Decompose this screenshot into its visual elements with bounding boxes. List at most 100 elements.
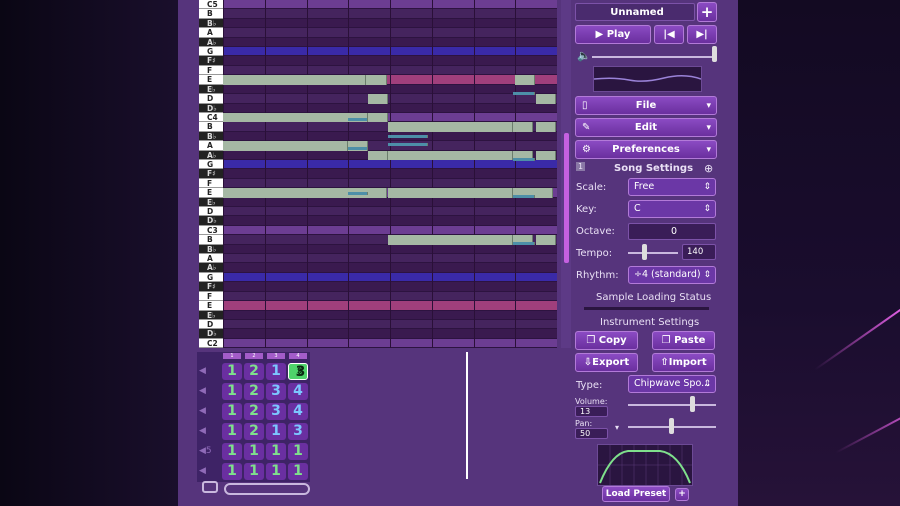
- paste-button[interactable]: ❐ Paste: [652, 331, 715, 350]
- pattern-cell[interactable]: 4: [288, 403, 308, 420]
- pan-slider-thumb[interactable]: [669, 418, 674, 434]
- note[interactable]: [388, 150, 513, 160]
- octave-input[interactable]: 0: [628, 223, 716, 240]
- song-title[interactable]: Unnamed: [575, 3, 695, 21]
- skip-back-icon[interactable]: |◀: [654, 25, 684, 44]
- piano-keyboard[interactable]: C5 B B♭ A A♭ G F♯ F E E♭ D D♭ C4 B B♭ A A♭ G F♯ F E E♭ D D♭ C3 B B…: [199, 0, 223, 349]
- pattern-cell[interactable]: 1: [288, 443, 308, 460]
- copy-button[interactable]: ❐ Copy: [575, 331, 638, 350]
- mute-channel-icon[interactable]: ◀: [199, 383, 217, 400]
- piano-key[interactable]: D♭: [199, 103, 223, 113]
- info-icon[interactable]: 1: [576, 162, 586, 171]
- piano-key[interactable]: D: [199, 94, 223, 104]
- pattern-cell[interactable]: 2: [244, 423, 264, 440]
- import-button[interactable]: ⇧Import: [652, 353, 715, 372]
- octave-scroll-thumb[interactable]: [564, 133, 569, 263]
- play-button[interactable]: ▶ Play: [575, 25, 651, 44]
- pattern-cell[interactable]: 1: [222, 443, 242, 460]
- pattern-cell[interactable]: 1: [222, 403, 242, 420]
- pattern-cell[interactable]: 1: [288, 463, 308, 480]
- drum-channel-icon[interactable]: ◀: [199, 463, 217, 480]
- volume-input[interactable]: 13: [575, 406, 608, 417]
- pan-dropdown-icon[interactable]: ▾: [615, 423, 619, 432]
- scale-select[interactable]: Free: [628, 178, 716, 196]
- piano-key[interactable]: F♯: [199, 56, 223, 66]
- piano-key[interactable]: E: [199, 188, 223, 198]
- note[interactable]: [368, 150, 388, 160]
- tempo-slider-thumb[interactable]: [642, 244, 647, 260]
- piano-key[interactable]: F: [199, 178, 223, 189]
- plus-icon[interactable]: +: [697, 2, 717, 22]
- pattern-cell[interactable]: 2: [244, 403, 264, 420]
- piano-key[interactable]: A♭: [199, 37, 223, 48]
- piano-key[interactable]: F♯: [199, 169, 223, 179]
- piano-key[interactable]: C3: [199, 225, 223, 236]
- tempo-slider[interactable]: [628, 252, 678, 254]
- skip-forward-icon[interactable]: ▶|: [687, 25, 717, 44]
- pattern-cell[interactable]: 1: [222, 383, 242, 400]
- note[interactable]: [368, 112, 388, 123]
- tempo-input[interactable]: 140: [682, 244, 716, 260]
- volume-slider[interactable]: [592, 56, 712, 58]
- piano-key[interactable]: E♭: [199, 197, 223, 208]
- note[interactable]: [223, 112, 368, 123]
- piano-key[interactable]: G: [199, 47, 223, 57]
- piano-key[interactable]: A: [199, 254, 223, 264]
- piano-key[interactable]: G: [199, 159, 223, 170]
- note[interactable]: [388, 122, 513, 132]
- note[interactable]: [536, 150, 556, 160]
- piano-key[interactable]: E: [199, 75, 223, 85]
- pattern-cell[interactable]: 2: [244, 383, 264, 400]
- piano-key[interactable]: F: [199, 65, 223, 76]
- preferences-menu[interactable]: ⚙ Preferences: [575, 140, 717, 159]
- piano-key[interactable]: B♭: [199, 131, 223, 142]
- pattern-cell[interactable]: 1: [266, 443, 286, 460]
- instrument-volume-slider[interactable]: [628, 404, 716, 406]
- piano-key[interactable]: F♯: [199, 282, 223, 292]
- piano-key[interactable]: G: [199, 272, 223, 283]
- rhythm-select[interactable]: ÷4 (standard): [628, 266, 716, 284]
- pattern-cell[interactable]: 1: [244, 463, 264, 480]
- pattern-cell[interactable]: 1: [266, 463, 286, 480]
- load-preset-button[interactable]: Load Preset: [602, 486, 670, 502]
- file-menu[interactable]: ▯ File: [575, 96, 717, 115]
- piano-key[interactable]: C5: [199, 0, 223, 10]
- pattern-cell[interactable]: 3: [266, 403, 286, 420]
- note[interactable]: [536, 122, 556, 132]
- note[interactable]: [515, 75, 535, 85]
- note[interactable]: [388, 188, 513, 198]
- piano-key[interactable]: E: [199, 301, 223, 311]
- pattern-cell[interactable]: 3: [288, 363, 308, 381]
- drum-channel-icon[interactable]: ◀5: [199, 443, 217, 460]
- mute-channel-icon[interactable]: ◀: [199, 423, 217, 440]
- piano-key[interactable]: E♭: [199, 84, 223, 95]
- piano-key[interactable]: B♭: [199, 244, 223, 255]
- piano-key[interactable]: A♭: [199, 263, 223, 273]
- note[interactable]: [346, 75, 366, 85]
- mute-channel-icon[interactable]: ◀: [199, 363, 217, 380]
- piano-key[interactable]: B: [199, 9, 223, 19]
- volume-slider-thumb[interactable]: [712, 46, 717, 62]
- mute-channel-icon[interactable]: ◀: [199, 403, 217, 420]
- note[interactable]: [536, 94, 556, 104]
- note[interactable]: [536, 235, 556, 245]
- export-button[interactable]: ⇩Export: [575, 353, 638, 372]
- piano-key[interactable]: D: [199, 319, 223, 330]
- piano-key[interactable]: A♭: [199, 150, 223, 160]
- piano-key[interactable]: A: [199, 28, 223, 38]
- pattern-cell[interactable]: 1: [266, 363, 286, 380]
- piano-key[interactable]: B: [199, 235, 223, 245]
- piano-key[interactable]: A: [199, 141, 223, 151]
- collapse-icon[interactable]: ⊕: [704, 162, 713, 175]
- note[interactable]: [368, 94, 388, 104]
- pattern-cell[interactable]: 1: [222, 363, 242, 380]
- piano-key[interactable]: D: [199, 207, 223, 217]
- piano-key[interactable]: F: [199, 291, 223, 302]
- edit-menu[interactable]: ✎ Edit: [575, 118, 717, 137]
- piano-key[interactable]: C4: [199, 112, 223, 123]
- pattern-grid[interactable]: ◀1213◀1234◀1234◀1213◀51111◀1111: [197, 353, 313, 481]
- instrument-volume-thumb[interactable]: [690, 396, 695, 412]
- preset-add-button[interactable]: +: [675, 488, 689, 501]
- piano-key[interactable]: D♭: [199, 329, 223, 339]
- octave-scrollbar[interactable]: [561, 0, 571, 348]
